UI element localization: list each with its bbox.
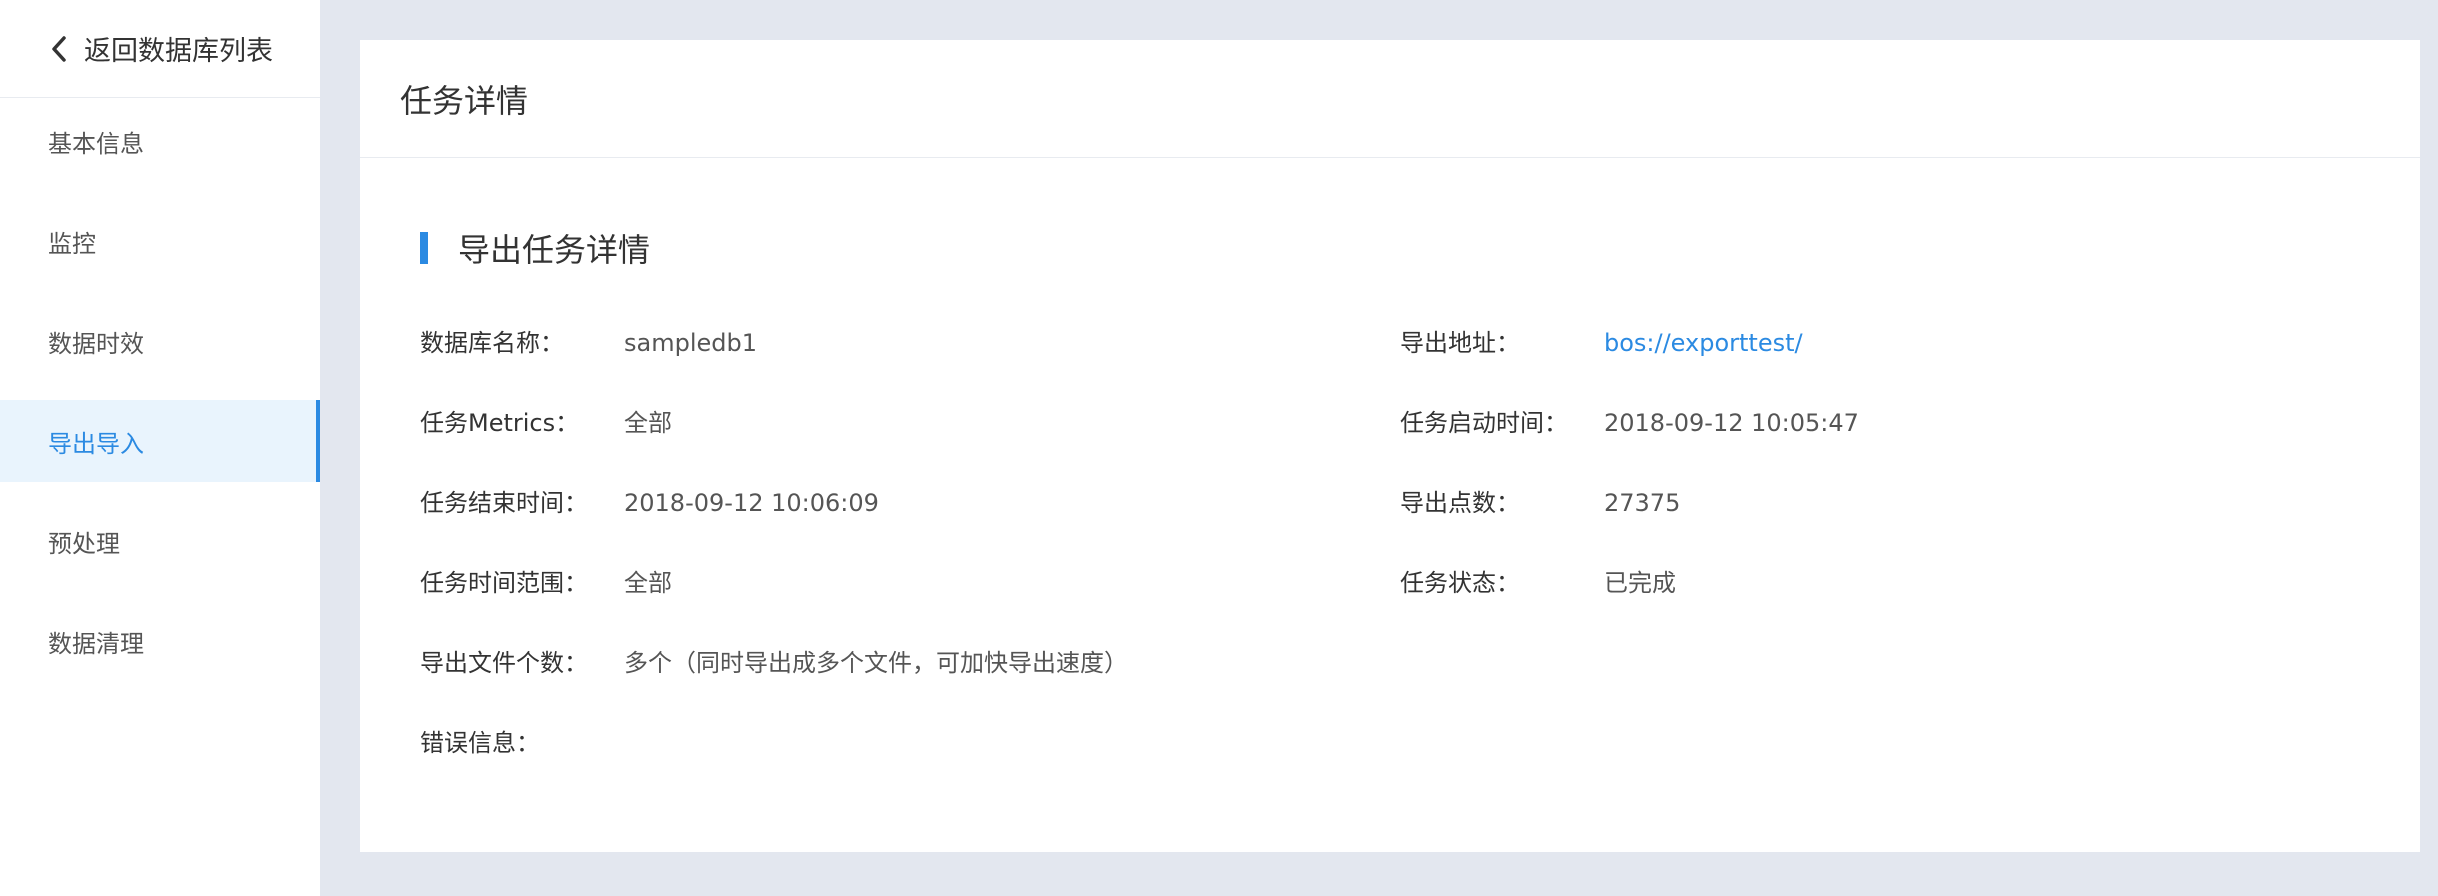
sidebar-item-label: 数据时效	[48, 329, 144, 358]
page-title: 任务详情	[400, 81, 529, 120]
sidebar-item-data-cleanup[interactable]: 数据清理	[0, 600, 320, 682]
detail-row: 错误信息：	[420, 725, 2400, 805]
sidebar: 返回数据库列表 基本信息 监控 数据时效 导出导入 预处理 数据清理	[0, 0, 320, 896]
chevron-left-icon	[48, 33, 70, 65]
field-label: 任务Metrics：	[420, 409, 580, 437]
field-value: 多个（同时导出成多个文件，可加快导出速度）	[624, 649, 1128, 677]
status-value: 已完成	[1604, 569, 1676, 597]
field-value: 27375	[1604, 489, 1681, 517]
sidebar-item-label: 监控	[48, 229, 96, 258]
field-value: 2018-09-12 10:06:09	[624, 489, 879, 517]
export-address-link[interactable]: bos://exporttest/	[1604, 325, 1803, 361]
section-header: 导出任务详情	[420, 225, 650, 271]
sidebar-item-preprocess[interactable]: 预处理	[0, 500, 320, 582]
back-link-label: 返回数据库列表	[84, 36, 273, 67]
field-label: 错误信息：	[420, 729, 540, 757]
field-label: 导出文件个数：	[420, 649, 588, 677]
detail-row: 任务结束时间： 2018-09-12 10:06:09 导出点数： 27375	[420, 485, 2400, 565]
task-detail-panel: 任务详情 导出任务详情 数据库名称： sampledb1 导出地址： bos:/…	[360, 40, 2420, 852]
sidebar-item-label: 预处理	[48, 529, 120, 558]
field-label: 任务状态：	[1400, 569, 1520, 597]
field-export-points: 导出点数： 27375	[1400, 485, 1680, 521]
field-label: 任务时间范围：	[420, 569, 588, 597]
section-accent-bar	[420, 232, 428, 264]
field-error-info: 错误信息：	[420, 725, 624, 761]
sidebar-item-label: 基本信息	[48, 129, 144, 158]
detail-grid: 数据库名称： sampledb1 导出地址： bos://exporttest/…	[420, 325, 2400, 805]
sidebar-item-monitor[interactable]: 监控	[0, 200, 320, 282]
back-to-db-list-link[interactable]: 返回数据库列表	[0, 0, 320, 98]
field-metrics: 任务Metrics： 全部	[420, 405, 672, 441]
field-db-name: 数据库名称： sampledb1	[420, 325, 757, 361]
field-task-status: 任务状态： 已完成	[1400, 565, 1676, 601]
field-value: 全部	[624, 409, 672, 437]
field-file-count: 导出文件个数： 多个（同时导出成多个文件，可加快导出速度）	[420, 645, 1128, 681]
sidebar-item-basic-info[interactable]: 基本信息	[0, 100, 320, 182]
field-label: 数据库名称：	[420, 329, 564, 357]
sidebar-item-data-retention[interactable]: 数据时效	[0, 300, 320, 382]
sidebar-item-label: 导出导入	[48, 429, 144, 458]
field-value: 2018-09-12 10:05:47	[1604, 409, 1859, 437]
field-label: 任务结束时间：	[420, 489, 588, 517]
detail-row: 任务时间范围： 全部 任务状态： 已完成	[420, 565, 2400, 645]
panel-header: 任务详情	[360, 40, 2420, 158]
sidebar-item-export-import[interactable]: 导出导入	[0, 400, 320, 482]
detail-row: 任务Metrics： 全部 任务启动时间： 2018-09-12 10:05:4…	[420, 405, 2400, 485]
field-value: 全部	[624, 569, 672, 597]
detail-row: 导出文件个数： 多个（同时导出成多个文件，可加快导出速度）	[420, 645, 2400, 725]
field-end-time: 任务结束时间： 2018-09-12 10:06:09	[420, 485, 879, 521]
section-title: 导出任务详情	[458, 231, 651, 269]
sidebar-item-label: 数据清理	[48, 629, 144, 658]
field-value: sampledb1	[624, 329, 757, 357]
field-start-time: 任务启动时间： 2018-09-12 10:05:47	[1400, 405, 1859, 441]
field-label: 导出点数：	[1400, 489, 1520, 517]
field-label: 任务启动时间：	[1400, 409, 1568, 437]
field-label: 导出地址：	[1400, 329, 1520, 357]
sidebar-menu: 基本信息 监控 数据时效 导出导入 预处理 数据清理	[0, 100, 320, 700]
field-export-address: 导出地址： bos://exporttest/	[1400, 325, 1803, 361]
detail-row: 数据库名称： sampledb1 导出地址： bos://exporttest/	[420, 325, 2400, 405]
field-time-range: 任务时间范围： 全部	[420, 565, 672, 601]
